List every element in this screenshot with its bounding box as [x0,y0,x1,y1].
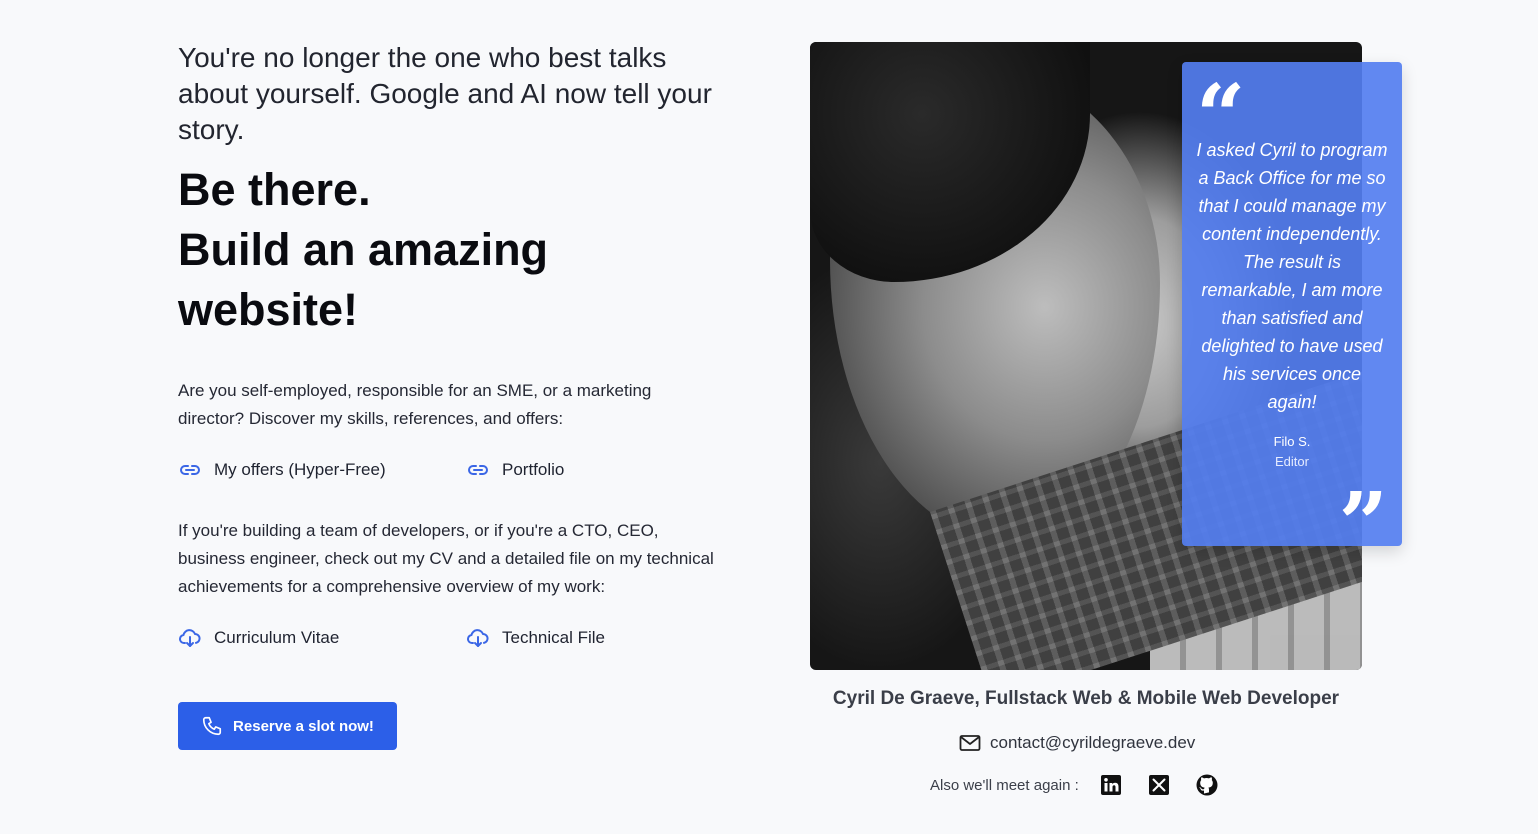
cv-download-link[interactable]: Curriculum Vitae [178,626,339,650]
cloud-download-icon [178,626,202,650]
testimonial-role: Editor [1275,454,1309,469]
headline-line-2: Build an amazing website! [178,224,549,335]
hero-headline: Be there. Build an amazing website! [178,160,598,340]
intro-paragraph-business: Are you self-employed, responsible for a… [178,381,652,428]
cv-label: Curriculum Vitae [214,628,340,647]
social-label: Also we'll meet again : [930,776,1079,794]
contact-email: contact@cyrildegraeve.dev [990,733,1196,752]
technical-file-label: Technical File [502,628,605,647]
contact-email-link[interactable]: contact@cyrildegraeve.dev [958,731,1195,755]
social-links: Also we'll meet again : [930,770,1243,800]
reserve-slot-button[interactable]: Reserve a slot now! [178,702,397,750]
testimonial-text: I asked Cyril to program a Back Office f… [1196,140,1388,412]
hero-section: You're no longer the one who best talks … [178,40,738,750]
testimonial-author: Filo S. [1273,434,1311,449]
profile-name-title: Cyril De Graeve, Fullstack Web & Mobile … [832,688,1340,709]
my-offers-link[interactable]: My offers (Hyper-Free) [178,458,386,482]
linkedin-icon[interactable] [1099,773,1123,797]
reserve-slot-label: Reserve a slot now! [233,717,374,735]
hero-intro: You're no longer the one who best talks … [178,42,712,145]
portfolio-link[interactable]: Portfolio [466,458,564,482]
portfolio-label: Portfolio [502,460,565,479]
x-icon[interactable] [1147,773,1171,797]
technical-file-link[interactable]: Technical File [466,626,605,650]
offer-links: My offers (Hyper-Free) Portfolio [178,458,738,486]
github-icon[interactable] [1195,773,1219,797]
intro-paragraph-tech: If you're building a team of developers,… [178,521,714,596]
close-quote-icon: ” [1338,474,1388,575]
link-icon [466,458,490,482]
mail-icon [958,731,982,755]
link-icon [178,458,202,482]
cloud-download-icon [466,626,490,650]
testimonial-card: “ I asked Cyril to program a Back Office… [1182,62,1402,568]
headline-line-1: Be there. [178,164,371,215]
download-links: Curriculum Vitae Technical File [178,626,738,654]
phone-icon [201,715,223,737]
my-offers-label: My offers (Hyper-Free) [214,460,386,479]
